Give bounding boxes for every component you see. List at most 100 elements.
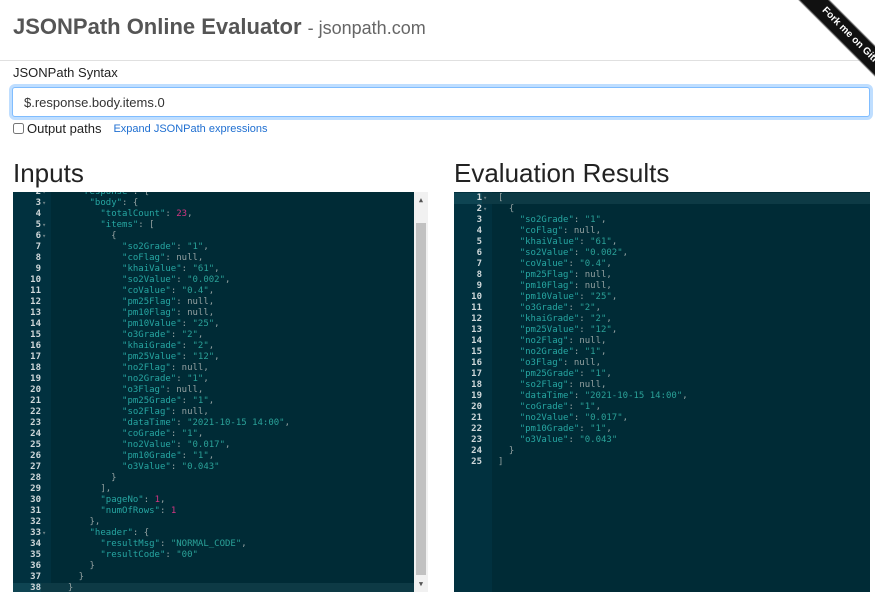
app-subtitle: - jsonpath.com [307,18,426,38]
code-line: 20 "o3Flag": null, [13,385,428,396]
code-text: "coFlag": null, [122,253,204,263]
line-number: 2 [476,204,482,214]
code-text: "o3Grade": "2", [519,303,601,313]
scroll-thumb[interactable] [416,223,426,575]
line-number: 29 [30,484,41,494]
code-text: "pageNo": 1, [100,495,166,505]
line-number: 9 [35,264,41,274]
line-number: 15 [471,347,482,357]
code-line: 14 "pm10Value": "25", [13,319,428,330]
results-code-area[interactable]: 1 ▾[2 ▾ {3 "so2Grade": "1", 4 "coFlag": nul… [454,193,870,468]
code-text: "coGrade": "1", [519,402,601,412]
code-text: "dataTime": "2021-10-15 14:00", [122,418,291,428]
line-number: 24 [471,446,482,456]
code-text: "no2Flag": null, [519,336,607,346]
code-text: "no2Value": "0.017", [122,440,231,450]
code-text: } [57,473,117,483]
code-line: 11 "o3Grade": "2", [454,303,870,314]
output-paths-checkbox[interactable] [13,123,24,134]
code-line: 14 "no2Flag": null, [454,336,870,347]
fold-toggle-icon[interactable]: ▾ [483,193,491,204]
code-line: 15 "no2Grade": "1", [454,347,870,358]
code-text: "pm25Value": "12", [519,325,618,335]
code-text: "pm25Grade": "1", [122,396,215,406]
github-ribbon-label[interactable]: Fork me on GitHub [797,0,875,99]
code-text: "pm25Flag": null, [519,270,612,280]
code-text: "resultCode": "00" [100,550,198,560]
code-line: 32 }, [13,517,428,528]
line-number: 15 [30,330,41,340]
expand-jsonpath-link[interactable]: Expand JSONPath expressions [113,123,267,135]
input-code-area[interactable]: 2 ▾ "response": {3 ▾ "body": {4 "totalCoun… [13,192,428,592]
code-line: 9 "pm10Flag": null, [454,281,870,292]
line-number: 4 [35,209,41,219]
line-number: 3 [476,215,482,225]
fold-toggle-icon[interactable]: ▾ [483,204,491,215]
page-header: JSONPath Online Evaluator - jsonpath.com [0,0,875,61]
code-line: 13 "pm25Value": "12", [454,325,870,336]
code-text: "so2Value": "0.002", [519,248,629,258]
line-number: 31 [30,506,41,516]
line-number: 35 [30,550,41,560]
jsonpath-input[interactable] [12,87,870,117]
line-number: 4 [476,226,482,236]
line-number: 21 [30,396,41,406]
line-number: 3 [35,198,41,208]
line-number: 12 [471,314,482,324]
code-text: "pm10Value": "25", [519,292,618,302]
code-text: "so2Grade": "1", [122,242,209,252]
fold-toggle-icon[interactable]: ▾ [42,220,50,231]
line-number: 22 [471,424,482,434]
code-line: 18 "no2Flag": null, [13,363,428,374]
code-line: 3 ▾ "body": { [13,198,428,209]
fold-toggle-icon[interactable]: ▾ [42,198,50,209]
line-number: 18 [30,363,41,373]
line-number: 22 [30,407,41,417]
code-line: 10 "pm10Value": "25", [454,292,870,303]
code-line: 25] [454,457,870,468]
code-text: "o3Flag": null, [122,385,204,395]
line-number: 28 [30,473,41,483]
line-number: 12 [30,297,41,307]
code-line: 11 "coValue": "0.4", [13,286,428,297]
code-text: "o3Value": "0.043" [519,435,618,445]
app-title-text: JSONPath Online Evaluator [13,14,302,39]
scroll-down-arrow-icon[interactable]: ▼ [414,580,428,588]
line-number: 16 [471,358,482,368]
scroll-up-arrow-icon[interactable]: ▲ [414,196,428,204]
code-text: "body": { [89,198,139,208]
code-text: { [498,204,515,214]
code-line: 1 ▾ [ [454,193,870,204]
results-json-viewer[interactable]: 1 ▾[2 ▾ {3 "so2Grade": "1", 4 "coFlag": nul… [454,192,870,592]
code-line: 26 "pm10Grade": "1", [13,451,428,462]
line-number: 6 [476,248,482,258]
github-ribbon[interactable]: Fork me on GitHub [775,0,875,100]
code-text: "no2Flag": null, [122,363,209,373]
output-paths-label[interactable]: Output paths [27,121,101,136]
code-line: 17 "pm25Grade": "1", [454,369,870,380]
code-line: 6 ▾ { [13,231,428,242]
code-line: 3 "so2Grade": "1", [454,215,870,226]
code-text: ] [498,457,504,467]
line-number: 33 [30,528,41,538]
input-editor-scrollbar[interactable]: ▲ ▼ [414,192,428,592]
code-line: 16 "khaiGrade": "2", [13,341,428,352]
fold-toggle-icon[interactable]: ▾ [42,231,50,242]
line-number: 17 [471,369,482,379]
input-json-editor[interactable]: 2 ▾ "response": {3 ▾ "body": {4 "totalCoun… [13,192,428,592]
line-number: 8 [476,270,482,280]
line-number: 20 [30,385,41,395]
code-line: 29 ], [13,484,428,495]
code-text: "khaiValue": "61", [519,237,618,247]
line-number: 13 [471,325,482,335]
code-line: 6 "so2Value": "0.002", [454,248,870,259]
code-line: 12 "khaiGrade": "2", [454,314,870,325]
code-text: [ [498,193,504,203]
code-line: 18 "so2Flag": null, [454,380,870,391]
fold-toggle-icon[interactable]: ▾ [42,528,50,539]
code-line: 30 "pageNo": 1, [13,495,428,506]
code-line: 19 "dataTime": "2021-10-15 14:00", [454,391,870,402]
line-number: 10 [471,292,482,302]
line-number: 23 [30,418,41,428]
line-number: 10 [30,275,41,285]
